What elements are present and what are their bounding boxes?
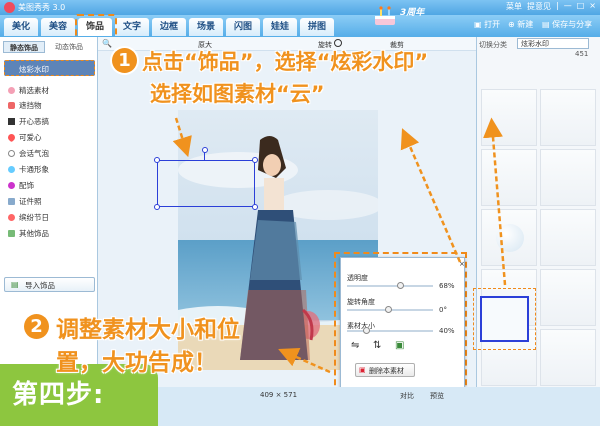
rotate-angle-value: 0° <box>439 306 447 314</box>
sidebar-item-selected[interactable]: 炫彩水印 <box>4 60 95 76</box>
material-thumb-1[interactable] <box>481 89 537 146</box>
close-button[interactable]: × <box>589 1 596 12</box>
save-share-button[interactable]: ▤ 保存与分享 <box>542 19 592 30</box>
step2-badge: 2 <box>24 314 49 339</box>
cover-icon <box>8 102 15 109</box>
window-controls: 菜单 提意见 | — □ × <box>506 1 596 12</box>
opacity-label: 透明度 <box>347 274 368 282</box>
image-size-readout: 409 × 571 <box>260 391 298 399</box>
size-slider-track[interactable] <box>347 330 433 332</box>
accessories-tab-highlight <box>75 14 117 39</box>
rotation-handle[interactable] <box>202 147 208 153</box>
flip-vertical-icon[interactable]: ⇅ <box>373 340 381 351</box>
gift-icon <box>8 214 15 221</box>
minimize-button[interactable]: — <box>564 1 572 12</box>
tab-static-accessories[interactable]: 静态饰品 <box>3 41 45 53</box>
resize-handle-br[interactable] <box>252 204 258 210</box>
material-thumb-3[interactable] <box>481 149 537 206</box>
app-logo-icon <box>4 2 15 13</box>
material-thumb-10[interactable] <box>540 329 596 386</box>
opacity-value: 68% <box>439 282 455 290</box>
rotate-angle-label: 旋转角度 <box>347 298 375 306</box>
preview-button[interactable]: 预览 <box>430 391 444 401</box>
maximize-button[interactable]: □ <box>577 1 585 12</box>
app-title: 美图秀秀 3.0 <box>18 3 66 12</box>
sidebar-item-label: 炫彩水印 <box>19 65 49 74</box>
sidebar-item-cute-heart[interactable]: 可爱心 <box>6 132 42 143</box>
opacity-slider-handle[interactable] <box>397 282 404 289</box>
menu-button[interactable]: 菜单 <box>506 1 522 12</box>
resize-handle-tl[interactable] <box>154 157 160 163</box>
sidebar-item-adornment[interactable]: 配饰 <box>8 180 34 191</box>
switch-category-label: 切换分类 <box>479 41 507 49</box>
tab-doll[interactable]: 娃娃 <box>263 18 297 36</box>
import-accessory-button[interactable]: ▤ 导入饰品 <box>4 277 95 292</box>
copy-icon[interactable]: ▣ <box>395 340 404 351</box>
open-button[interactable]: ▣ 打开 <box>474 19 500 30</box>
step1-badge: 1 <box>112 48 137 73</box>
material-thumb-6[interactable] <box>540 209 596 266</box>
tab-collage[interactable]: 拼图 <box>300 18 334 36</box>
opacity-slider-track[interactable] <box>347 285 433 287</box>
rotate-slider-handle[interactable] <box>385 306 392 313</box>
feedback-button[interactable]: 提意见 <box>527 1 551 12</box>
tab-text[interactable]: 文字 <box>115 18 149 36</box>
import-icon: ▤ <box>11 280 19 289</box>
star-icon <box>8 87 15 94</box>
material-thumb-8[interactable] <box>540 269 596 326</box>
material-thumb-2[interactable] <box>540 89 596 146</box>
anniversary-badge: 3周年 <box>400 8 425 18</box>
delete-material-button[interactable]: ▣ 删除本素材 <box>355 363 415 377</box>
speech-bubble-icon <box>8 150 15 157</box>
tab-flash[interactable]: 闪图 <box>226 18 260 36</box>
compare-button[interactable]: 对比 <box>400 391 414 401</box>
step2-text-line2: 置，大功告成！ <box>56 350 217 376</box>
folder-icon: ▣ <box>474 20 482 29</box>
sidebar-item-cartoon[interactable]: 卡通形象 <box>8 164 49 175</box>
title-bar: 美图秀秀 3.0 菜单 提意见 | — □ × <box>0 0 600 15</box>
step2-text-line1: 调整素材大小和位 <box>56 317 240 343</box>
zoom-icon[interactable]: 🔍 <box>102 39 112 48</box>
other-icon <box>8 230 15 237</box>
step1-text-line2: 选择如图素材“云” <box>150 82 325 106</box>
material-thumb-4[interactable] <box>540 149 596 206</box>
flip-horizontal-icon[interactable]: ⇋ <box>351 340 359 351</box>
funny-icon <box>8 118 15 125</box>
bow-icon <box>8 182 15 189</box>
selection-box[interactable] <box>157 160 255 207</box>
save-icon: ▤ <box>542 20 550 29</box>
sidebar-item-other[interactable]: 其他饰品 <box>8 228 49 239</box>
new-button[interactable]: ⊕ 新建 <box>508 19 533 30</box>
page-number: 451 <box>575 50 589 58</box>
heart-icon <box>6 132 17 143</box>
tab-border[interactable]: 边框 <box>152 18 186 36</box>
sidebar-item-funny[interactable]: 开心恶搞 <box>8 116 49 127</box>
material-edit-popup: × 透明度 68% 旋转角度 0° 素材大小 40% ⇋ ⇅ ▣ ▣ 删除本素材 <box>340 257 465 390</box>
plus-icon: ⊕ <box>508 20 515 29</box>
sidebar-item-festivals[interactable]: 缤纷节日 <box>8 212 49 223</box>
popup-close-icon[interactable]: × <box>459 260 465 268</box>
resize-handle-tr[interactable] <box>252 157 258 163</box>
material-thumb-5[interactable] <box>481 209 537 266</box>
size-value: 40% <box>439 327 455 335</box>
sidebar-item-featured[interactable]: 精选素材 <box>8 85 49 96</box>
sidebar-item-speech-bubble[interactable]: 会话气泡 <box>8 148 49 159</box>
id-card-icon <box>8 198 15 205</box>
size-slider-handle[interactable] <box>363 327 370 334</box>
tab-scene[interactable]: 场景 <box>189 18 223 36</box>
delete-icon: ▣ <box>359 366 366 374</box>
sidebar-item-cover[interactable]: 遮挡物 <box>8 100 42 111</box>
cake-icon <box>375 6 395 25</box>
resize-handle-bl[interactable] <box>154 204 160 210</box>
tab-beautify[interactable]: 美化 <box>4 18 38 36</box>
sidebar-item-id-photo[interactable]: 证件照 <box>8 196 42 207</box>
step1-text-line1: 点击“饰品”，选择“炫彩水印” <box>142 50 429 74</box>
cloud-material-thumb[interactable] <box>480 296 529 342</box>
tab-beauty[interactable]: 美容 <box>41 18 75 36</box>
cartoon-icon <box>8 166 15 173</box>
tab-dynamic-accessories[interactable]: 动态饰品 <box>48 41 90 53</box>
separator: | <box>556 1 559 10</box>
category-select[interactable]: 炫彩水印 <box>517 38 589 49</box>
bubble-material-icon <box>496 224 524 252</box>
